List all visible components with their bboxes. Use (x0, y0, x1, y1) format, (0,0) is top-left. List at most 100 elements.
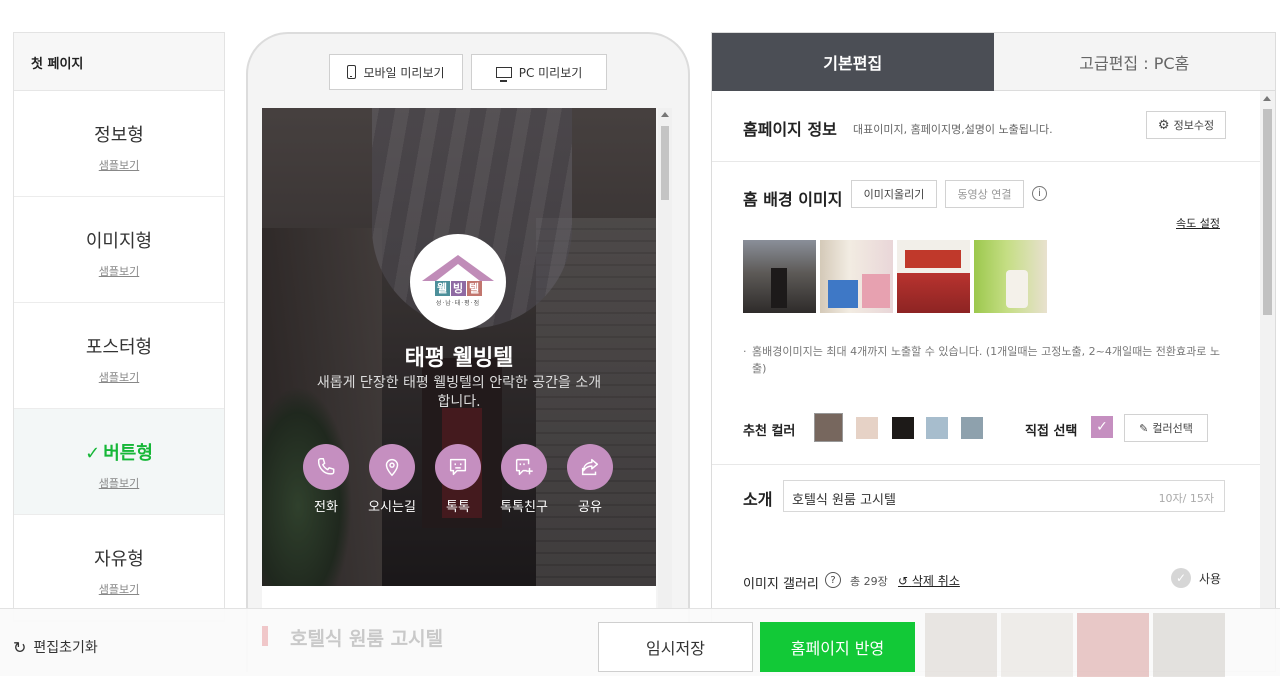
gallery-count: 총 29장 (850, 575, 888, 588)
editor-tabs: 기본편집 고급편집 : PC홈 (712, 33, 1275, 91)
house-roof-icon (422, 255, 494, 281)
template-name: 포스터형 (85, 337, 153, 358)
color-swatch[interactable] (814, 413, 843, 442)
template-name: 정보형 (94, 125, 144, 146)
action-label: 전화 (314, 500, 338, 515)
action-label: 톡톡친구 (500, 500, 548, 515)
ghost-marker (262, 626, 268, 646)
undo-delete-link[interactable]: ↺ 삭제 취소 (898, 572, 960, 589)
edit-info-button[interactable]: ⚙ 정보수정 (1146, 111, 1226, 139)
action-label: 공유 (578, 500, 602, 515)
color-swatch[interactable] (926, 417, 948, 439)
recommended-color-label: 추천 컬러 (743, 424, 796, 439)
scroll-up-icon[interactable] (1263, 96, 1271, 101)
ghost-content-title: 호텔식 원룸 고시텔 (290, 628, 444, 650)
template-name: 자유형 (94, 549, 144, 570)
temp-save-button[interactable]: 임시저장 (598, 622, 753, 672)
background-thumbnail[interactable] (820, 240, 893, 313)
template-button[interactable]: ✓ 버튼형 샘플보기 (14, 409, 224, 515)
upload-image-button[interactable]: 이미지올리기 (851, 180, 937, 208)
logo-letter: 빙 (450, 279, 466, 296)
template-image[interactable]: 이미지형 샘플보기 (14, 197, 224, 303)
template-info[interactable]: 정보형 샘플보기 (14, 91, 224, 197)
pc-preview-button[interactable]: PC 미리보기 (471, 54, 607, 90)
sample-link[interactable]: 샘플보기 (99, 157, 139, 173)
background-thumbnail[interactable] (897, 240, 970, 313)
site-title: 태평 웰빙텔 (404, 346, 514, 371)
video-link-button[interactable]: 동영상 연결 (945, 180, 1024, 208)
site-logo: 웰 빙 텔 성·남·태·평·점 (410, 234, 506, 330)
color-picker-label: 컬러선택 (1152, 422, 1193, 435)
home-info-section: 홈페이지 정보 대표이미지, 홈페이지명,설명이 노출됩니다. ⚙ 정보수정 (712, 91, 1260, 162)
action-directions[interactable]: 오시는길 (368, 444, 416, 515)
reset-edit-button[interactable]: ↻ 편집초기화 (13, 637, 98, 657)
gallery-title: 이미지 갤러리 (743, 577, 819, 592)
share-icon (567, 444, 613, 490)
sample-link[interactable]: 샘플보기 (99, 475, 139, 491)
action-call[interactable]: 전화 (303, 444, 349, 515)
eyedropper-icon: ✎ (1139, 421, 1149, 435)
undo-icon: ↺ (898, 574, 909, 588)
color-swatch[interactable] (892, 417, 914, 439)
ghost-thumbnail (1077, 613, 1149, 677)
template-poster[interactable]: 포스터형 샘플보기 (14, 303, 224, 409)
color-swatch[interactable] (961, 417, 983, 439)
background-note-text: 홈배경이미지는 최대 4개까지 노출할 수 있습니다. (1개일때는 고정노출,… (752, 345, 1221, 375)
intro-counter: 10자/ 15자 (1158, 492, 1214, 505)
template-free[interactable]: 자유형 샘플보기 (14, 515, 224, 621)
mobile-preview-button[interactable]: 모바일 미리보기 (329, 54, 463, 90)
use-check-icon[interactable]: ✓ (1171, 568, 1191, 588)
intro-input[interactable]: 호텔식 원룸 고시텔 10자/ 15자 (783, 480, 1225, 512)
action-talk-friend[interactable]: 톡톡친구 (500, 444, 548, 515)
monitor-icon (495, 66, 512, 82)
editor-panel: 기본편집 고급편집 : PC홈 홈페이지 정보 대표이미지, 홈페이지명,설명이… (711, 32, 1276, 672)
help-icon[interactable]: ? (825, 572, 841, 588)
thumbnail-detail (1006, 270, 1028, 308)
scroll-thumb[interactable] (661, 126, 669, 200)
scroll-thumb[interactable] (1263, 109, 1272, 315)
use-label: 사용 (1199, 572, 1222, 586)
reset-label: 편집초기화 (33, 640, 98, 656)
phone-preview-frame: 모바일 미리보기 PC 미리보기 웰 빙 텔 성·남·태·평·점 태평 웰빙텔 … (246, 32, 690, 674)
intro-label: 소개 (743, 490, 773, 509)
pc-preview-label: PC 미리보기 (518, 65, 583, 80)
publish-button[interactable]: 홈페이지 반영 (760, 622, 915, 672)
mobile-preview-label: 모바일 미리보기 (363, 65, 445, 80)
background-title: 홈 배경 이미지 (743, 190, 843, 209)
color-swatch[interactable] (856, 417, 878, 439)
tab-basic-edit[interactable]: 기본편집 (712, 33, 994, 91)
sample-link[interactable]: 샘플보기 (99, 263, 139, 279)
action-talk[interactable]: 톡톡 (435, 444, 481, 515)
edit-info-label: 정보수정 (1173, 119, 1215, 132)
refresh-icon: ↻ (13, 637, 27, 657)
template-sidebar: 첫 페이지 정보형 샘플보기 이미지형 샘플보기 포스터형 샘플보기 ✓ 버튼형 … (13, 32, 225, 622)
color-picker-button[interactable]: ✎ 컬러선택 (1124, 414, 1208, 442)
template-name: 이미지형 (85, 231, 153, 252)
tab-advanced-edit[interactable]: 고급편집 : PC홈 (993, 33, 1275, 91)
check-icon: ✓ (85, 443, 101, 464)
speed-setting-link[interactable]: 속도 설정 (1176, 215, 1220, 231)
ghost-gallery-strip (925, 613, 1225, 677)
editor-scrollbar[interactable] (1260, 91, 1275, 671)
gear-icon: ⚙ (1157, 117, 1170, 133)
ghost-thumbnail (1001, 613, 1073, 677)
background-thumbnail[interactable] (974, 240, 1047, 313)
logo-wordmark: 웰 빙 텔 (434, 279, 482, 296)
direct-select-label: 직접 선택 (1025, 424, 1078, 439)
sample-link[interactable]: 샘플보기 (99, 369, 139, 385)
action-share[interactable]: 공유 (567, 444, 613, 515)
preview-scrollbar[interactable] (658, 108, 672, 608)
action-label: 톡톡 (446, 500, 470, 515)
action-buttons: 전화 오시는길 톡톡 톡톡친구 공유 (303, 444, 613, 515)
scroll-up-icon[interactable] (661, 112, 669, 117)
preview-screen: 웰 빙 텔 성·남·태·평·점 태평 웰빙텔 새롭게 단장한 태평 웰빙텔의 안… (262, 108, 656, 586)
sample-link[interactable]: 샘플보기 (99, 581, 139, 597)
info-icon[interactable]: i (1032, 186, 1047, 201)
home-info-title: 홈페이지 정보 (743, 120, 837, 139)
undo-delete-label: 삭제 취소 (911, 574, 960, 588)
intro-value: 호텔식 원룸 고시텔 (792, 493, 896, 508)
background-thumbnail[interactable] (743, 240, 816, 313)
thumbnail-detail (771, 268, 787, 308)
check-icon[interactable]: ✓ (1091, 416, 1113, 438)
template-name-row: ✓ 버튼형 (14, 439, 224, 465)
